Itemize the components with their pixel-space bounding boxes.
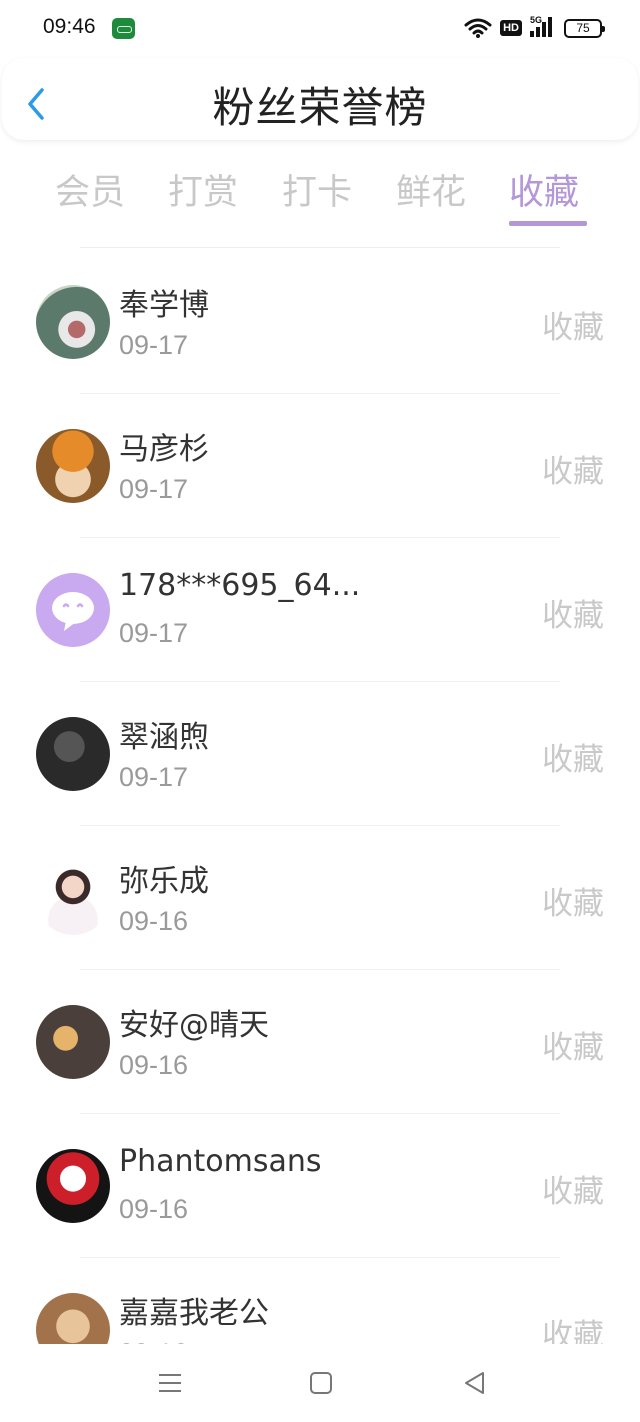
favorite-label: 收藏 [542,454,604,490]
tab-reward[interactable]: 打赏 [168,164,238,215]
user-name: 178***695_64... [119,568,361,603]
back-triangle-icon [465,1372,484,1394]
user-name: 嘉嘉我老公 [119,1296,269,1331]
tab-bar: 会员 打赏 打卡 鲜花 收藏 [35,160,605,230]
avatar [36,861,110,935]
battery-level: 75 [576,21,590,35]
avatar [36,573,110,647]
status-time: 09:46 [43,15,96,38]
date: 09-16 [119,1194,189,1224]
list-item[interactable]: 安好@晴天 09-16 收藏 [0,970,640,1114]
wifi-icon [464,18,492,38]
divider [80,247,560,248]
date: 09-17 [119,762,189,792]
list-item[interactable]: 178***695_64... 09-17 收藏 [0,538,640,682]
avatar [36,1005,110,1079]
avatar [36,1293,110,1344]
favorite-label: 收藏 [542,310,604,346]
avatar [36,1149,110,1223]
user-name: Phantomsans [119,1144,322,1179]
list-item[interactable]: 嘉嘉我老公 09-16 收藏 [0,1258,640,1344]
user-name: 奉学博 [119,288,209,323]
avatar [36,285,110,359]
page-title: 粉丝荣誉榜 [212,83,428,132]
date: 09-16 [119,906,189,936]
date: 09-16 [119,1050,189,1080]
active-tab-indicator [509,221,587,226]
chat-bubble-icon [52,592,94,631]
list-item[interactable]: 弥乐成 09-16 收藏 [0,826,640,970]
header: 粉丝荣誉榜 [2,58,638,140]
back-nav-button[interactable] [460,1368,490,1398]
list-item[interactable]: 翠涵煦 09-17 收藏 [0,682,640,826]
hd-icon: HD [500,20,522,36]
home-button[interactable] [306,1368,336,1398]
tab-checkin[interactable]: 打卡 [282,164,352,215]
menu-button[interactable] [155,1368,185,1398]
status-icons: HD 5G 75 [464,14,605,42]
system-nav-bar [0,1344,640,1422]
home-square-icon [310,1372,332,1394]
user-name: 弥乐成 [119,864,209,899]
network-type: 5G [530,15,543,25]
favorite-label: 收藏 [542,598,604,634]
avatar [36,717,110,791]
user-name: 马彦杉 [119,432,209,467]
status-bar: 09:46 HD 5G 75 [0,0,640,58]
tab-member[interactable]: 会员 [55,164,125,215]
date: 09-17 [119,618,189,648]
user-name: 安好@晴天 [119,1008,269,1043]
date: 09-17 [119,474,189,504]
menu-icon [159,1374,181,1392]
signal-icon: 5G [530,15,556,39]
list-item[interactable]: 奉学博 09-17 收藏 [0,250,640,394]
tab-flowers[interactable]: 鲜花 [396,164,466,215]
favorite-label: 收藏 [542,1318,604,1344]
favorite-label: 收藏 [542,1174,604,1210]
favorite-label: 收藏 [542,742,604,778]
user-name: 翠涵煦 [119,720,209,755]
favorite-label: 收藏 [542,1030,604,1066]
list-item[interactable]: 马彦杉 09-17 收藏 [0,394,640,538]
app-notification-icon [112,18,135,39]
date: 09-17 [119,330,189,360]
tab-favorites[interactable]: 收藏 [509,164,579,215]
battery-icon: 75 [564,18,605,38]
fan-list: 奉学博 09-17 收藏 马彦杉 09-17 收藏 178***695_64..… [0,250,640,1344]
favorite-label: 收藏 [542,886,604,922]
avatar [36,429,110,503]
list-item[interactable]: Phantomsans 09-16 收藏 [0,1114,640,1258]
